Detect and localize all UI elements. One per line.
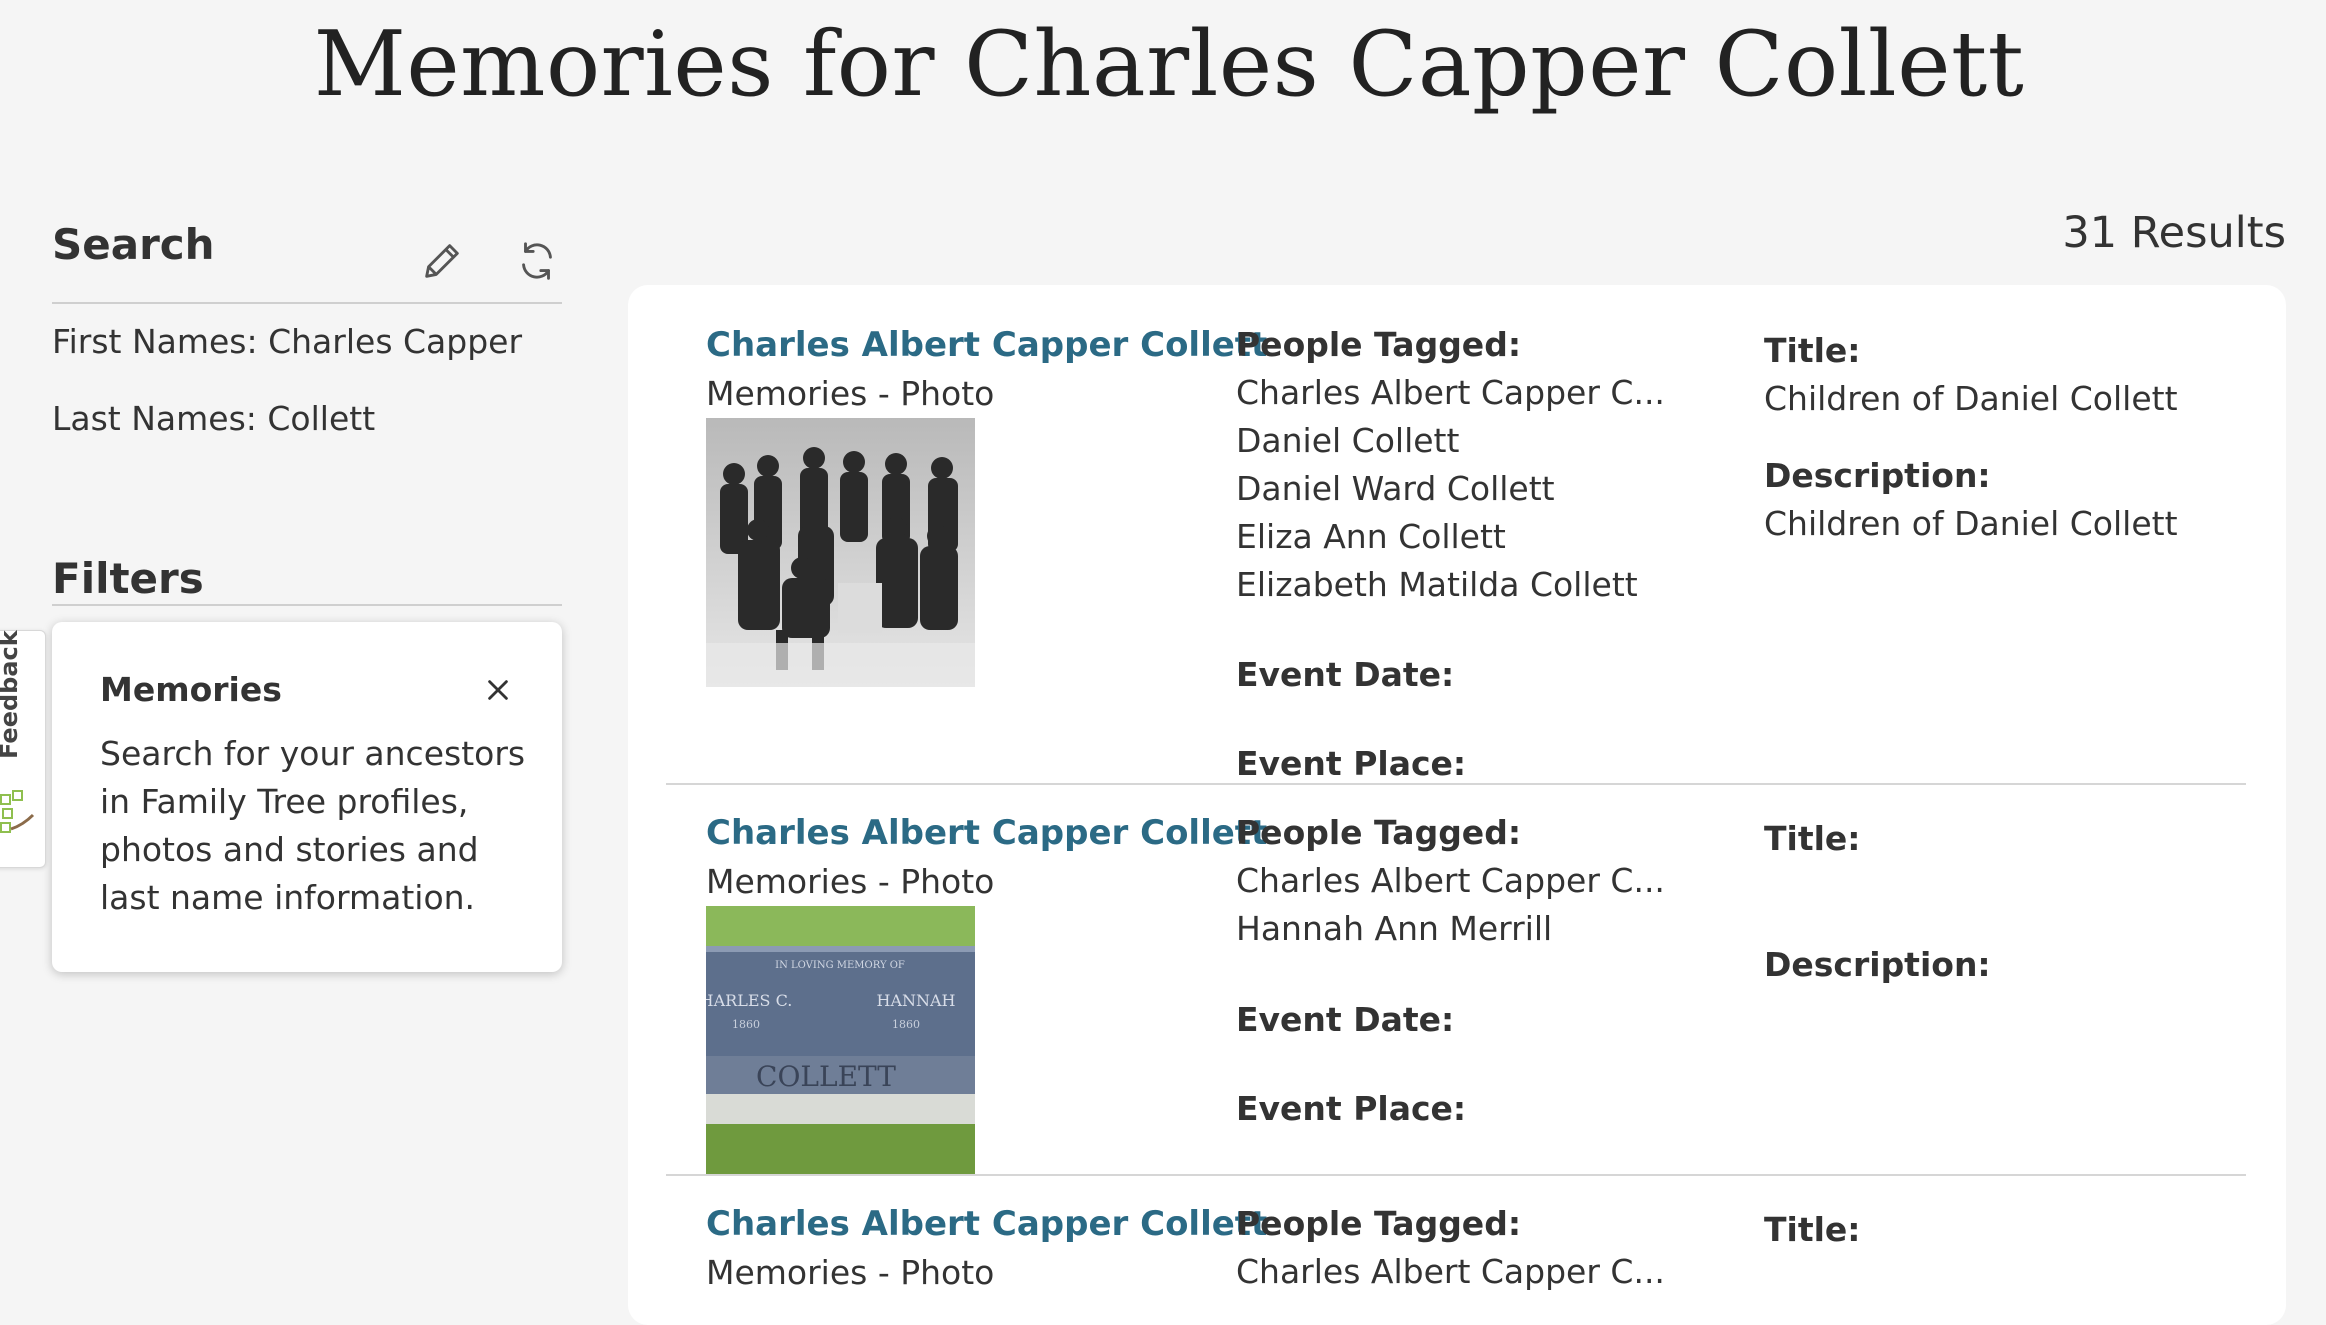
- family-tree-icon: [0, 790, 35, 833]
- search-divider: [52, 302, 562, 304]
- tagged-person: Charles Albert Capper C...: [1236, 861, 1665, 900]
- event-place-label: Event Place:: [1236, 744, 1467, 783]
- result-thumbnail[interactable]: [706, 418, 975, 687]
- criteria-last-names: Last Names: Collett: [52, 399, 376, 438]
- headstone-inscription: HARLES C.: [706, 991, 792, 1010]
- tagged-person: Eliza Ann Collett: [1236, 517, 1506, 556]
- title-value: Children of Daniel Collett: [1764, 379, 2178, 418]
- people-tagged-label: People Tagged:: [1236, 325, 1522, 364]
- tagged-person: Charles Albert Capper C...: [1236, 1252, 1665, 1291]
- page-title: Memories for Charles Capper Collett: [313, 12, 2025, 117]
- result-divider: [666, 783, 2246, 785]
- headstone-inscription: COLLETT: [756, 1060, 896, 1093]
- refresh-icon: [522, 242, 552, 280]
- headstone-inscription: 1860: [732, 1018, 760, 1031]
- headstone-inscription: 1860: [892, 1018, 920, 1031]
- result-type: Memories - Photo: [706, 374, 995, 413]
- event-date-label: Event Date:: [1236, 655, 1455, 694]
- pencil-icon: [425, 244, 459, 278]
- result-type: Memories - Photo: [706, 862, 995, 901]
- result-type: Memories - Photo: [706, 1253, 995, 1292]
- edit-search-button[interactable]: [417, 236, 467, 286]
- results-count: 31 Results: [2062, 208, 2286, 258]
- close-tooltip-button[interactable]: [476, 668, 520, 712]
- filters-heading: Filters: [52, 554, 204, 603]
- memories-tooltip: Memories Search for your ancestors in Fa…: [52, 622, 562, 972]
- result-divider: [666, 1174, 2246, 1176]
- tagged-person: Hannah Ann Merrill: [1236, 909, 1553, 948]
- reset-search-button[interactable]: [512, 236, 562, 286]
- description-label: Description:: [1764, 456, 1991, 495]
- filters-divider: [52, 604, 562, 606]
- description-value: Children of Daniel Collett: [1764, 504, 2178, 543]
- tagged-person: Charles Albert Capper C...: [1236, 373, 1665, 412]
- criteria-first-names: First Names: Charles Capper: [52, 322, 523, 361]
- group-photo-image: [706, 418, 975, 687]
- tooltip-body: Search for your ancestors in Family Tree…: [100, 734, 526, 917]
- title-label: Title:: [1764, 1210, 1861, 1249]
- tagged-person: Elizabeth Matilda Collett: [1236, 565, 1638, 604]
- result-title-link[interactable]: Charles Albert Capper Collett: [706, 1204, 1267, 1244]
- result-title-link[interactable]: Charles Albert Capper Collett: [706, 325, 1267, 365]
- search-heading: Search: [52, 220, 215, 269]
- tagged-person: Daniel Ward Collett: [1236, 469, 1555, 508]
- headstone-inscription: HANNAH: [876, 991, 955, 1010]
- feedback-tab[interactable]: Feedback: [0, 630, 46, 868]
- event-date-label: Event Date:: [1236, 1000, 1455, 1039]
- result-thumbnail[interactable]: IN LOVING MEMORY OF HARLES C. HANNAH 186…: [706, 906, 975, 1175]
- people-tagged-label: People Tagged:: [1236, 813, 1522, 852]
- headstone-inscription: IN LOVING MEMORY OF: [775, 960, 905, 971]
- results-panel: Charles Albert Capper Collett Memories -…: [628, 285, 2286, 1325]
- people-tagged-label: People Tagged:: [1236, 1204, 1522, 1243]
- result-title-link[interactable]: Charles Albert Capper Collett: [706, 813, 1267, 853]
- title-label: Title:: [1764, 819, 1861, 858]
- tooltip-title: Memories: [100, 670, 282, 709]
- close-icon: [488, 680, 508, 700]
- headstone-photo-image: IN LOVING MEMORY OF HARLES C. HANNAH 186…: [706, 906, 975, 1175]
- title-label: Title:: [1764, 331, 1861, 370]
- description-label: Description:: [1764, 945, 1991, 984]
- tagged-person: Daniel Collett: [1236, 421, 1460, 460]
- feedback-label: Feedback: [0, 630, 23, 759]
- event-place-label: Event Place:: [1236, 1089, 1467, 1128]
